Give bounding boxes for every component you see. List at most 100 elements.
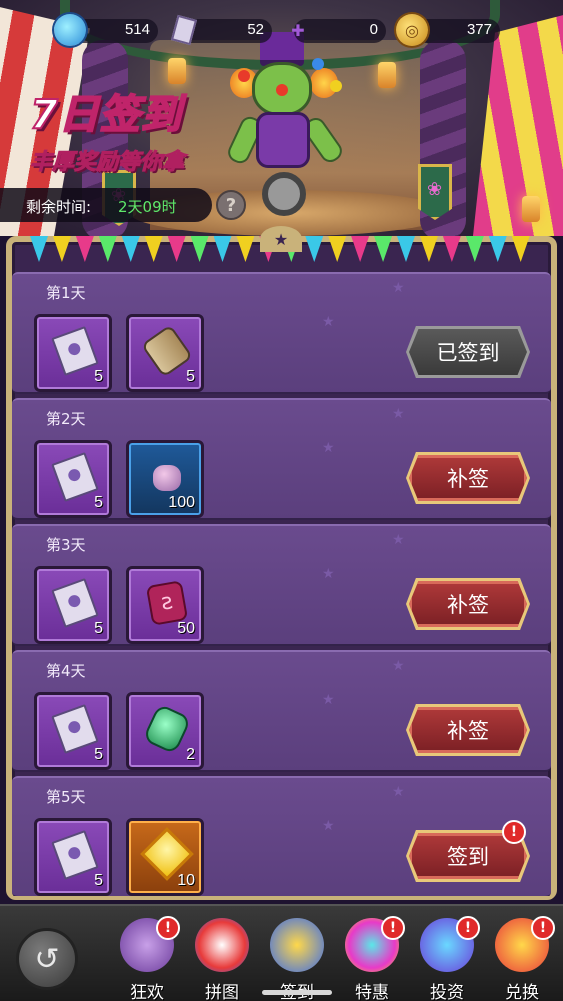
makeup-sign-button[interactable]: 补签	[409, 581, 527, 627]
help-button[interactable]: ?	[216, 190, 246, 220]
juggling-ball-icon	[238, 70, 250, 82]
day-row: 第4天★★★52补签	[12, 650, 551, 772]
reward-item[interactable]: ƨ 50	[126, 566, 204, 644]
puzzle-icon: ✚	[291, 20, 305, 40]
reward-list[interactable]: 第1天★★★55已签到第2天★★★5100补签第3天★★★5ƨ50补签第4天★★…	[12, 272, 551, 896]
juggling-ball-icon	[330, 80, 342, 92]
reward-quantity: 5	[94, 746, 103, 763]
bottom-nav: ↺ 狂欢!拼图签到特惠!投资!兑换!	[0, 904, 563, 1001]
nav-tab[interactable]: 兑换!	[487, 914, 557, 1001]
nav-tab-label: 兑换	[505, 983, 539, 1001]
reward-quantity: 50	[177, 620, 195, 637]
star-decoration-icon: ★	[322, 692, 335, 708]
pennant	[305, 236, 324, 262]
reward-quantity: 5	[94, 368, 103, 385]
reward-quantity: 5	[94, 872, 103, 889]
pennant	[190, 236, 209, 262]
event-title: 7日签到	[29, 91, 182, 139]
reward-quantity: 100	[168, 494, 195, 511]
day-label: 第2天	[46, 410, 86, 428]
alert-badge-icon: !	[156, 916, 180, 940]
reward-item[interactable]: 5	[34, 692, 112, 770]
reward-item[interactable]: 10	[126, 818, 204, 896]
makeup-sign-button[interactable]: 补签	[409, 707, 527, 753]
day-label: 第3天	[46, 536, 86, 554]
reward-quantity: 2	[186, 746, 195, 763]
signed-in-button: 已签到	[409, 329, 527, 375]
nav-tab[interactable]: 拼图	[187, 914, 257, 1001]
ticket-icon	[51, 830, 99, 880]
event-subtitle: 丰厚奖励等你拿	[29, 150, 185, 176]
sign-in-screen: 514 52 ✚ 0 ◎ 377 7日签到 丰厚奖励等你拿 剩余时间: 2天09…	[0, 0, 563, 1001]
pennant	[30, 236, 48, 262]
star-decoration-icon: ★	[322, 440, 335, 456]
reward-item[interactable]: 100	[126, 440, 204, 518]
reward-item[interactable]: 5	[34, 314, 112, 392]
pennant	[52, 236, 71, 262]
gem-counter: 514	[54, 14, 158, 46]
reward-item[interactable]: 5	[126, 314, 204, 392]
jester-box-icon	[270, 918, 324, 972]
day-row: 第3天★★★5ƨ50补签	[12, 524, 551, 646]
reward-item[interactable]: 5	[34, 440, 112, 518]
nav-tab-label: 狂欢	[130, 983, 164, 1001]
alert-badge-icon: !	[502, 820, 526, 844]
alert-badge-icon: !	[456, 916, 480, 940]
currency-bar: 514 52 ✚ 0 ◎ 377	[0, 14, 563, 48]
pennant	[488, 236, 507, 262]
puzzle-count: 0	[369, 21, 378, 38]
alert-badge-icon: !	[531, 916, 555, 940]
pennant	[121, 236, 140, 262]
star-crest-icon: ★	[260, 226, 302, 252]
reward-quantity: 5	[94, 620, 103, 637]
star-decoration-icon: ★	[392, 784, 405, 800]
puzzle-counter: ✚ 0	[282, 14, 386, 46]
ticket-icon	[51, 704, 99, 754]
pink-stone-icon	[153, 465, 181, 491]
back-button[interactable]: ↺	[16, 928, 78, 990]
reward-item[interactable]: 5	[34, 566, 112, 644]
coin-counter: ◎ 377	[396, 14, 500, 46]
gem-icon	[54, 14, 86, 46]
reward-quantity: 5	[94, 494, 103, 511]
reward-item[interactable]: 5	[34, 818, 112, 896]
lamp-icon	[522, 196, 540, 222]
reward-quantity: 10	[177, 872, 195, 889]
pennant	[374, 236, 393, 262]
time-remaining-value: 2天09时	[118, 198, 177, 216]
coin-count: 377	[466, 21, 492, 38]
nav-tab[interactable]: 投资!	[412, 914, 482, 1001]
nav-tab[interactable]: 狂欢!	[112, 914, 182, 1001]
ticket-counter: 52	[168, 14, 272, 46]
day-label: 第5天	[46, 788, 86, 806]
nav-tab[interactable]: 签到	[262, 914, 332, 1001]
star-decoration-icon: ★	[322, 314, 335, 330]
gem-count: 514	[124, 21, 150, 38]
pennant	[144, 236, 163, 262]
reward-item[interactable]: 2	[126, 692, 204, 770]
day-label: 第4天	[46, 662, 86, 680]
reward-quantity: 5	[186, 368, 195, 385]
nav-tab-label: 特惠	[355, 983, 389, 1001]
nav-tab-label: 拼图	[205, 983, 239, 1001]
time-remaining: 剩余时间: 2天09时	[0, 188, 212, 222]
emerald-icon	[142, 703, 192, 755]
pennant	[167, 236, 186, 262]
juggling-ball-icon	[312, 58, 324, 70]
nav-tab[interactable]: 特惠!	[337, 914, 407, 1001]
lamp-icon	[378, 62, 396, 88]
day-row: 第2天★★★5100补签	[12, 398, 551, 520]
star-decoration-icon: ★	[392, 280, 405, 296]
flag-icon	[418, 164, 452, 220]
pennant	[75, 236, 94, 262]
alert-badge-icon: !	[381, 916, 405, 940]
pennant	[465, 236, 484, 262]
ticket-icon	[51, 452, 99, 502]
ticket-icon	[51, 326, 99, 376]
pennant	[328, 236, 347, 262]
day-row: 第5天★★★510签到!	[12, 776, 551, 896]
clown-face-icon	[195, 918, 249, 972]
star-decoration-icon: ★	[322, 818, 335, 834]
makeup-sign-button[interactable]: 补签	[409, 455, 527, 501]
ticket-count: 52	[247, 21, 264, 38]
